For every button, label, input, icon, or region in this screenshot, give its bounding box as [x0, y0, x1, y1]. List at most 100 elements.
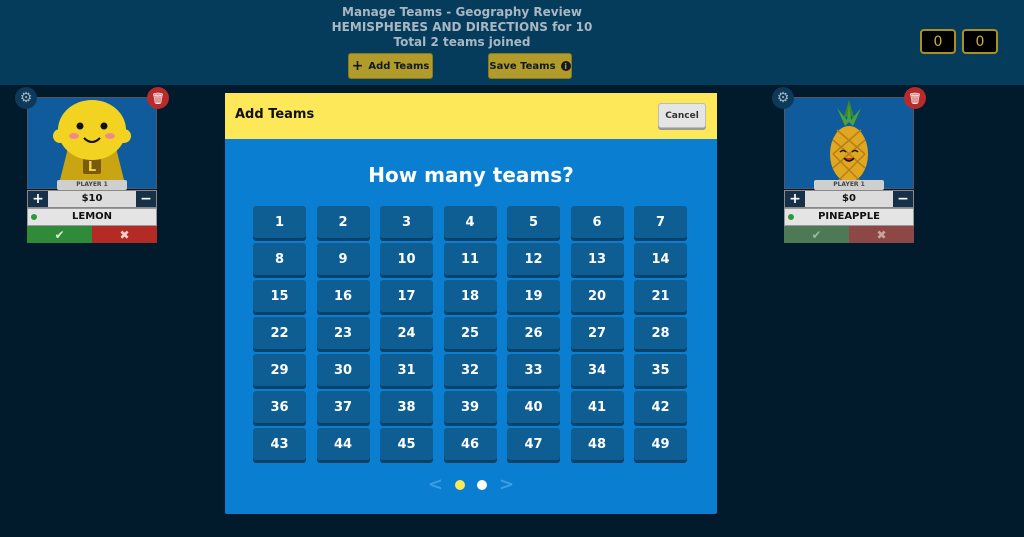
team-count-button[interactable]: 45: [380, 428, 433, 460]
team-count-button[interactable]: 49: [634, 428, 687, 460]
team-name-row: LEMON: [27, 208, 157, 226]
player-label: PLAYER 1: [57, 180, 127, 190]
lemon-icon: L: [28, 98, 156, 188]
answer-actions: ✔ ✖: [784, 226, 914, 243]
team-count-button[interactable]: 43: [253, 428, 306, 460]
team-count-button[interactable]: 4: [443, 206, 497, 238]
team-count-button[interactable]: 22: [253, 317, 306, 349]
score-display: 0: [962, 29, 998, 54]
team-count-button[interactable]: 32: [443, 354, 497, 386]
score-display: 0: [920, 29, 956, 54]
decrease-money-button[interactable]: −: [893, 191, 913, 207]
incorrect-button[interactable]: ✖: [849, 226, 914, 243]
team-card-lemon: L ⚙ 🗑 PLAYER 1 + $10 − LEMON ✔ ✖: [15, 87, 169, 243]
next-page-arrow[interactable]: >: [499, 474, 514, 495]
answer-actions: ✔ ✖: [27, 226, 157, 243]
team-count-button[interactable]: 40: [507, 391, 560, 423]
decrease-money-button[interactable]: −: [136, 191, 156, 207]
gear-icon[interactable]: ⚙: [15, 87, 37, 109]
team-count-button[interactable]: 11: [443, 243, 497, 275]
team-count-button[interactable]: 16: [316, 280, 370, 312]
team-count-button[interactable]: 47: [507, 428, 560, 460]
team-count-button[interactable]: 18: [443, 280, 497, 312]
team-count-button[interactable]: 20: [570, 280, 624, 312]
team-count-button[interactable]: 42: [634, 391, 687, 423]
team-count-button[interactable]: 31: [380, 354, 433, 386]
add-teams-label: Add Teams: [368, 60, 430, 72]
correct-button[interactable]: ✔: [27, 226, 92, 243]
save-teams-label: Save Teams: [489, 60, 556, 72]
team-count-button[interactable]: 6: [570, 206, 624, 238]
page-dot-1[interactable]: [455, 479, 465, 490]
increase-money-button[interactable]: +: [28, 191, 48, 207]
svg-text:L: L: [88, 160, 96, 175]
team-avatar[interactable]: [784, 97, 914, 189]
header-title: Manage Teams - Geography Review: [342, 5, 582, 19]
trash-icon[interactable]: 🗑: [904, 87, 926, 109]
team-count-button[interactable]: 28: [634, 317, 687, 349]
correct-button[interactable]: ✔: [784, 226, 849, 243]
team-count-button[interactable]: 41: [570, 391, 624, 423]
team-count-button[interactable]: 24: [380, 317, 433, 349]
team-count-button[interactable]: 2: [316, 206, 370, 238]
modal-question: How many teams?: [368, 163, 574, 187]
prev-page-arrow[interactable]: <: [428, 474, 443, 495]
team-count-button[interactable]: 12: [507, 243, 560, 275]
online-status-dot: [31, 214, 37, 220]
incorrect-button[interactable]: ✖: [92, 226, 157, 243]
team-count-button[interactable]: 10: [380, 243, 433, 275]
team-count-button[interactable]: 46: [443, 428, 497, 460]
team-count-button[interactable]: 19: [507, 280, 560, 312]
team-count-button[interactable]: 21: [634, 280, 687, 312]
team-count-button[interactable]: 14: [634, 243, 687, 275]
team-count-button[interactable]: 17: [380, 280, 433, 312]
team-count-button[interactable]: 23: [316, 317, 370, 349]
top-header: Manage Teams - Geography Review HEMISPHE…: [0, 0, 1024, 85]
team-count-button[interactable]: 35: [634, 354, 687, 386]
team-count-grid: 1 2 3 4 5 6 7 8 9 10 11 12 13 14 15 16 17 18 19 20 21 22 23 24 2…: [253, 206, 687, 460]
page-dot-2[interactable]: [477, 479, 487, 490]
team-count-button[interactable]: 3: [380, 206, 433, 238]
money-row: + $10 −: [27, 190, 157, 208]
pagination: < >: [225, 474, 717, 495]
team-count-button[interactable]: 33: [507, 354, 560, 386]
team-count-button[interactable]: 13: [570, 243, 624, 275]
team-count-button[interactable]: 15: [253, 280, 306, 312]
trash-icon[interactable]: 🗑: [147, 87, 169, 109]
team-count-button[interactable]: 37: [316, 391, 370, 423]
team-name-row: PINEAPPLE: [784, 208, 914, 226]
cancel-button[interactable]: Cancel: [658, 103, 706, 128]
team-count-button[interactable]: 44: [316, 428, 370, 460]
team-count-button[interactable]: 5: [507, 206, 560, 238]
team-card-pineapple: ⚙ 🗑 PLAYER 1 + $0 − PINEAPPLE ✔ ✖: [772, 87, 926, 243]
team-count-button[interactable]: 29: [253, 354, 306, 386]
add-teams-modal: Add Teams Cancel How many teams? 1234567…: [225, 93, 717, 514]
info-icon: i: [560, 61, 571, 71]
team-count-button[interactable]: 34: [570, 354, 624, 386]
team-avatar[interactable]: L: [27, 97, 157, 189]
team-count-button[interactable]: 36: [253, 391, 306, 423]
team-name: PINEAPPLE: [818, 211, 880, 222]
teams-joined-count: Total 2 teams joined: [393, 35, 531, 49]
team-count-button[interactable]: 26: [507, 317, 560, 349]
team-count-button[interactable]: 30: [316, 354, 370, 386]
increase-money-button[interactable]: +: [785, 191, 805, 207]
online-status-dot: [788, 214, 794, 220]
team-count-button[interactable]: 27: [570, 317, 624, 349]
player-label: PLAYER 1: [814, 180, 884, 190]
team-count-button[interactable]: 48: [570, 428, 624, 460]
team-count-button[interactable]: 8: [253, 243, 306, 275]
team-count-button[interactable]: 39: [443, 391, 497, 423]
gear-icon[interactable]: ⚙: [772, 87, 794, 109]
team-name: LEMON: [71, 211, 113, 222]
save-teams-button[interactable]: Save Teams i: [488, 53, 572, 79]
team-count-button[interactable]: 9: [316, 243, 370, 275]
team-count-button[interactable]: 7: [634, 206, 687, 238]
team-count-button[interactable]: 1: [253, 206, 306, 238]
team-money: $0: [842, 193, 856, 204]
plus-icon: +: [351, 58, 364, 74]
team-count-button[interactable]: 38: [380, 391, 433, 423]
add-teams-button[interactable]: + Add Teams: [348, 53, 433, 79]
modal-header: Add Teams Cancel: [225, 93, 717, 139]
team-count-button[interactable]: 25: [443, 317, 497, 349]
